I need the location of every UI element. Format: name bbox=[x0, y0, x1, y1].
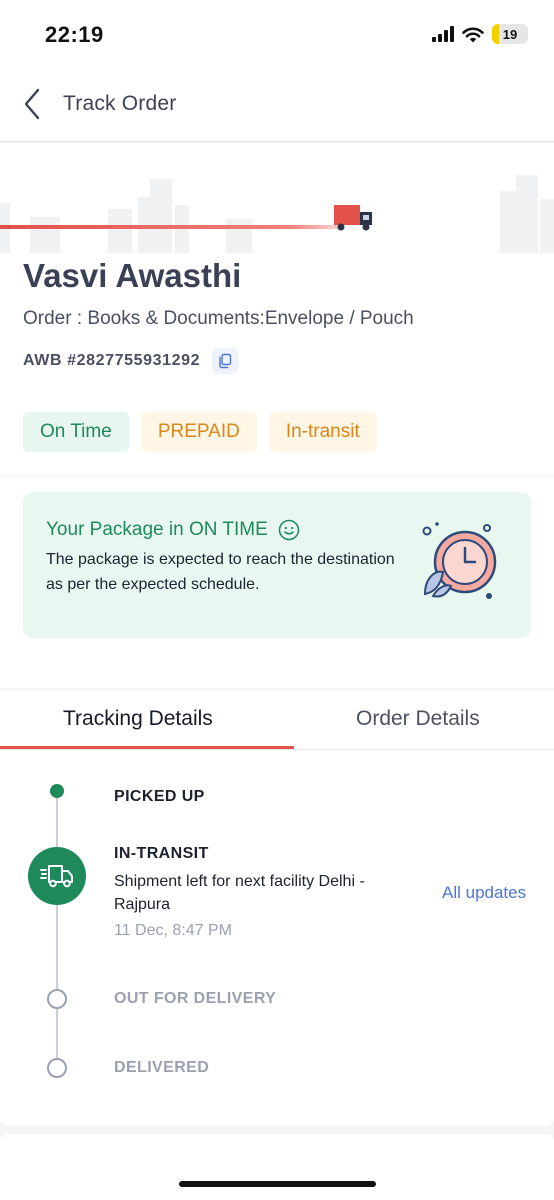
cellular-signal-icon bbox=[432, 26, 454, 42]
tab-tracking-details[interactable]: Tracking Details bbox=[63, 707, 213, 731]
step-in-transit: IN-TRANSIT bbox=[114, 845, 209, 862]
tab-order-details[interactable]: Order Details bbox=[356, 707, 480, 731]
app-header: Track Order bbox=[0, 68, 554, 142]
status-badges: On Time PREPAID In-transit bbox=[23, 412, 377, 452]
smile-icon bbox=[278, 519, 300, 541]
awb-row: AWB #2827755931292 bbox=[23, 348, 239, 374]
awb-number: AWB #2827755931292 bbox=[23, 352, 201, 369]
tracking-card: Tracking Details Order Details PICKED UP… bbox=[0, 690, 554, 1126]
clock-icon bbox=[422, 522, 497, 599]
step-picked-up: PICKED UP bbox=[114, 788, 205, 805]
status-icons: 19 bbox=[432, 24, 528, 44]
status-time: 22:19 bbox=[45, 22, 104, 47]
customer-name: Vasvi Awasthi bbox=[23, 257, 242, 294]
in-transit-description: Shipment left for next facility Delhi - … bbox=[114, 873, 365, 913]
status-bar: 22:19 19 bbox=[0, 0, 554, 68]
next-card-peek bbox=[0, 1134, 554, 1200]
in-transit-badge: In-transit bbox=[268, 412, 377, 452]
active-tab-indicator bbox=[0, 746, 294, 749]
copy-awb-button[interactable] bbox=[212, 348, 239, 374]
step-delivered: DELIVERED bbox=[114, 1059, 210, 1076]
fast-delivery-truck-icon bbox=[40, 865, 73, 888]
notice-body: The package is expected to reach the des… bbox=[46, 551, 395, 593]
back-button[interactable] bbox=[18, 86, 48, 122]
wifi-icon bbox=[462, 27, 484, 42]
delivery-truck-icon bbox=[334, 205, 372, 231]
order-summary-card: Vasvi Awasthi Order : Books & Documents:… bbox=[0, 143, 554, 475]
step-out-for-delivery: OUT FOR DELIVERY bbox=[114, 990, 277, 1007]
home-indicator bbox=[179, 1181, 376, 1187]
all-updates-link[interactable]: All updates bbox=[442, 883, 526, 903]
picked-up-dot bbox=[50, 784, 64, 798]
prepaid-badge: PREPAID bbox=[140, 412, 257, 452]
notice-title-row: Your Package in ON TIME bbox=[46, 519, 300, 541]
delivered-dot bbox=[47, 1058, 67, 1078]
delivery-status-card: Your Package in ON TIME The package is e… bbox=[0, 476, 554, 688]
battery-level: 19 bbox=[502, 26, 518, 42]
timeline-line bbox=[56, 792, 58, 1068]
notice-title: Your Package in ON TIME bbox=[46, 519, 268, 540]
order-description: Order : Books & Documents:Envelope / Pou… bbox=[23, 308, 414, 329]
tab-bar: Tracking Details Order Details bbox=[0, 690, 554, 750]
on-time-badge: On Time bbox=[23, 412, 129, 452]
skyline-progress-illustration bbox=[0, 175, 554, 253]
in-transit-marker bbox=[28, 847, 86, 905]
on-time-notice: Your Package in ON TIME The package is e… bbox=[23, 492, 531, 638]
out-for-delivery-dot bbox=[47, 989, 67, 1009]
page-title: Track Order bbox=[63, 92, 177, 115]
battery-icon: 19 bbox=[492, 24, 528, 44]
copy-icon bbox=[219, 353, 232, 369]
chevron-left-icon bbox=[24, 88, 40, 120]
in-transit-timestamp: 11 Dec, 8:47 PM bbox=[114, 922, 232, 939]
